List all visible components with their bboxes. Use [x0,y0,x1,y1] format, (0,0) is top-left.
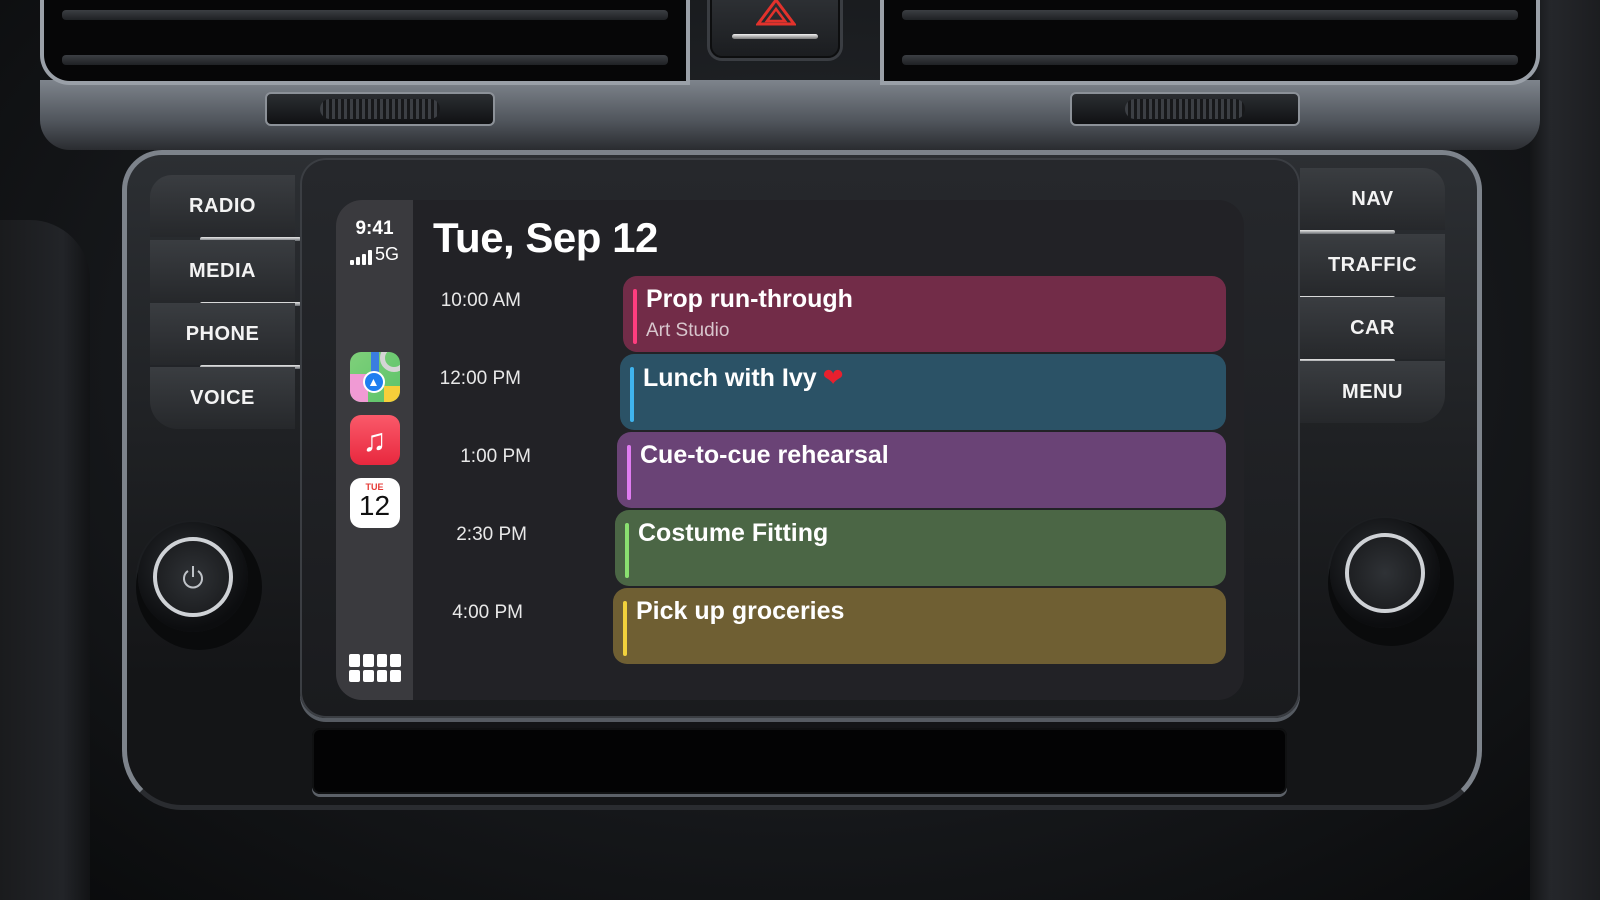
event-color-bar [623,601,627,656]
phone-button[interactable]: PHONE [150,303,301,369]
media-button[interactable]: MEDIA [150,240,301,306]
knob-ring [1345,533,1425,613]
event-time: 10:00 AM [440,290,521,311]
car-button[interactable]: CAR [1288,297,1445,363]
voice-button[interactable]: VOICE [150,367,295,429]
event-title: Pick up groceries [636,597,845,625]
calendar-icon[interactable]: TUE 12 [349,478,400,528]
vent-slat [62,10,668,20]
status-signal: 5G [349,244,399,265]
event-location: Art Studio [646,320,730,341]
location-arrow-icon: ▲ [362,371,385,393]
vent-slat [62,55,668,65]
tune-scroll-knob[interactable] [1330,518,1440,628]
page-title: Tue, Sep 12 [433,214,658,261]
event-card[interactable]: Lunch with Ivy ❤ [620,354,1226,430]
vent-wheel-right[interactable] [1070,92,1300,126]
event-time: 4:00 PM [452,602,523,623]
event-color-bar [633,289,637,344]
power-icon [183,566,203,589]
carplay-screen: 9:41 5G ▲ ♫ TUE 12 Tue, Sep 12 10:00 AM … [336,200,1244,700]
hazard-button[interactable] [710,0,840,58]
event-title: Prop run-through [646,285,853,313]
event-title: Cue-to-cue rehearsal [640,441,889,469]
app-grid-icon[interactable] [349,654,401,682]
event-card[interactable]: Pick up groceries [613,588,1226,664]
vent-wheel-knurl [320,99,440,119]
event-color-bar [625,523,629,578]
vent-slat [902,10,1518,20]
maps-icon[interactable]: ▲ [349,352,400,402]
event-row: 1:00 PM Cue-to-cue rehearsal [413,432,1226,508]
nav-button[interactable]: NAV [1288,168,1445,234]
cellular-signal-icon [349,250,372,265]
event-card[interactable]: Prop run-through Art Studio [623,276,1226,352]
hazard-chrome-bar [732,34,818,39]
knob-ring [153,537,233,617]
calendar-view: Tue, Sep 12 10:00 AM Prop run-through Ar… [413,200,1244,700]
calendar-icon-day: 12 [358,490,391,521]
event-row: 4:00 PM Pick up groceries [413,588,1226,664]
event-card[interactable]: Cue-to-cue rehearsal [617,432,1226,508]
event-color-bar [630,367,634,422]
event-time: 1:00 PM [460,446,531,467]
event-time: 2:30 PM [456,524,527,545]
power-volume-knob[interactable] [138,522,248,632]
event-row: 2:30 PM Costume Fitting [413,510,1226,586]
radio-button[interactable]: RADIO [150,175,301,241]
music-note-icon[interactable]: ♫ [349,415,400,465]
heart-emoji-icon: ❤ [822,364,844,392]
vent-wheel-left[interactable] [265,92,495,126]
dashboard-trim-left [0,220,90,900]
status-time: 9:41 [355,218,394,239]
vent-wheel-knurl [1125,99,1245,119]
dock-apps: ▲ ♫ TUE 12 [349,352,400,528]
event-row: 12:00 PM Lunch with Ivy ❤ [413,354,1226,430]
air-vent-right [880,0,1540,85]
network-type: 5G [374,244,399,264]
hazard-triangle-icon [756,0,796,26]
cd-slot [312,728,1287,794]
vent-slat [902,55,1518,65]
event-title: Lunch with Ivy ❤ [643,364,844,392]
air-vent-left [40,0,690,85]
event-color-bar [627,445,631,500]
event-card[interactable]: Costume Fitting [615,510,1226,586]
traffic-button[interactable]: TRAFFIC [1288,234,1445,300]
carplay-dock: 9:41 5G ▲ ♫ TUE 12 [336,200,413,700]
event-time: 12:00 PM [439,368,521,389]
dashboard-trim-right [1530,0,1600,900]
event-row: 10:00 AM Prop run-through Art Studio [413,276,1226,352]
event-title: Costume Fitting [638,519,829,547]
menu-button[interactable]: MENU [1300,361,1445,423]
